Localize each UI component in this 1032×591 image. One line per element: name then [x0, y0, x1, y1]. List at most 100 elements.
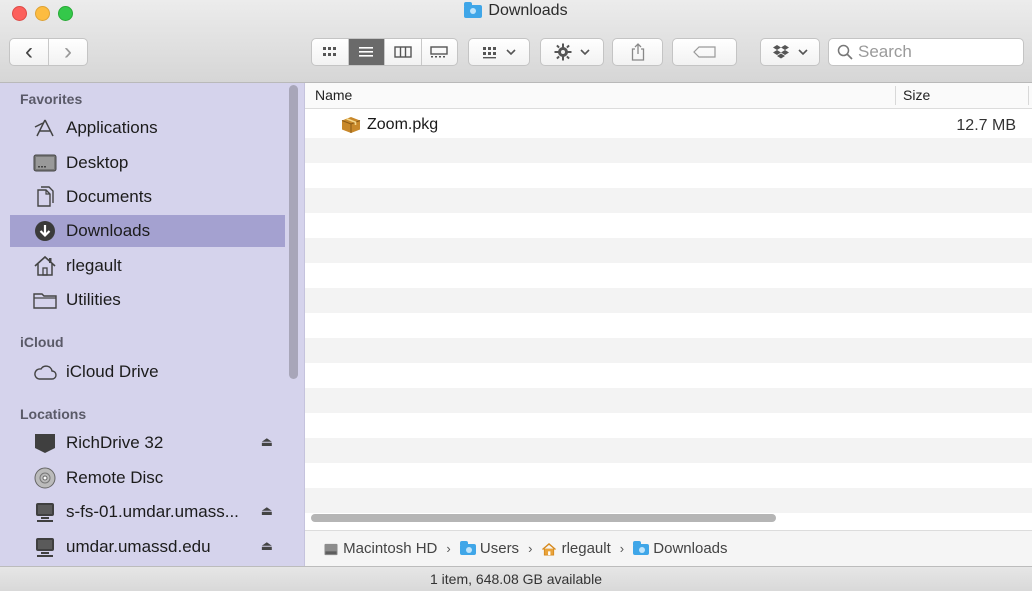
- eject-icon[interactable]: ⏏: [261, 434, 273, 450]
- sidebar-item-label: Applications: [66, 118, 158, 137]
- table-row: [305, 313, 1032, 338]
- table-row: [305, 238, 1032, 263]
- file-list: Name Size Zoom.pkg 12.7 MB: [305, 83, 1032, 530]
- list-view-button[interactable]: [348, 39, 385, 65]
- share-icon: [631, 43, 644, 61]
- path-label: rlegault: [561, 540, 611, 557]
- table-row: [305, 338, 1032, 363]
- window-title-text: Downloads: [488, 2, 568, 19]
- table-row: [305, 138, 1032, 163]
- server-icon: [32, 501, 58, 523]
- sidebar-item-label: rlegault: [66, 256, 122, 275]
- gallery-icon: [430, 46, 448, 58]
- home-icon: [32, 255, 58, 277]
- edit-tags-button[interactable]: [672, 38, 737, 66]
- column-view-button[interactable]: [385, 39, 422, 65]
- sidebar-item-utilities[interactable]: Utilities: [10, 284, 285, 316]
- column-header-size[interactable]: Size: [903, 87, 930, 103]
- chevron-right-icon: ›: [528, 541, 533, 556]
- path-item-users[interactable]: Users: [459, 540, 520, 557]
- share-button[interactable]: [612, 38, 663, 66]
- documents-icon: [32, 186, 58, 208]
- path-label: Users: [479, 540, 520, 557]
- icon-view-button[interactable]: [312, 39, 349, 65]
- gallery-view-button[interactable]: [422, 39, 458, 65]
- group-grid-icon: [483, 46, 496, 58]
- back-button[interactable]: ‹: [10, 39, 49, 65]
- path-item-macintosh-hd[interactable]: Macintosh HD: [323, 540, 437, 557]
- dropbox-icon: [773, 45, 789, 59]
- server-icon: [32, 536, 58, 558]
- column-header: Name Size: [305, 83, 1032, 109]
- downloads-folder-icon: [464, 1, 483, 18]
- search-field[interactable]: [828, 38, 1024, 66]
- table-row: [305, 188, 1032, 213]
- horizontal-scrollbar[interactable]: [311, 514, 776, 522]
- table-row: [305, 288, 1032, 313]
- drive-icon: [32, 432, 58, 454]
- folder-icon: [32, 289, 58, 311]
- sidebar-item-umdar[interactable]: umdar.umassd.edu ⏏: [10, 531, 285, 563]
- chevron-down-icon: [506, 48, 516, 55]
- table-row: [305, 163, 1032, 188]
- sidebar-item-label: Downloads: [66, 221, 151, 240]
- path-item-rlegault[interactable]: rlegault: [541, 540, 611, 557]
- group-by-button[interactable]: [468, 38, 530, 66]
- file-size: 12.7 MB: [956, 117, 1016, 134]
- sidebar-item-downloads[interactable]: Downloads: [10, 215, 285, 247]
- sidebar-item-s-fs-01[interactable]: s-fs-01.umdar.umass... ⏏: [10, 496, 285, 528]
- column-divider[interactable]: [895, 86, 896, 105]
- dropbox-button[interactable]: [760, 38, 820, 66]
- sidebar-item-label: Desktop: [66, 153, 129, 172]
- path-label: Macintosh HD: [343, 540, 438, 557]
- eject-icon[interactable]: ⏏: [261, 538, 273, 554]
- gear-icon: [554, 43, 572, 61]
- tag-icon: [692, 46, 716, 58]
- table-row: [305, 213, 1032, 238]
- table-row: [305, 388, 1032, 413]
- home-icon: [542, 542, 557, 556]
- sidebar-section-favorites: Favorites: [20, 91, 83, 107]
- sidebar-item-richdrive[interactable]: RichDrive 32 ⏏: [10, 427, 285, 459]
- hard-drive-icon: [324, 543, 338, 555]
- sidebar-section-icloud: iCloud: [20, 334, 64, 350]
- table-row: [305, 263, 1032, 288]
- table-row[interactable]: Zoom.pkg 12.7 MB: [305, 113, 1032, 138]
- sidebar-item-remote-disc[interactable]: Remote Disc: [10, 462, 285, 494]
- column-header-name[interactable]: Name: [315, 87, 352, 103]
- applications-icon: [32, 117, 58, 139]
- action-menu-button[interactable]: [540, 38, 604, 66]
- sidebar-scrollbar[interactable]: [289, 85, 298, 379]
- cloud-icon: [32, 361, 58, 383]
- sidebar-item-label: Remote Disc: [66, 468, 164, 487]
- file-name: Zoom.pkg: [367, 116, 439, 133]
- columns-icon: [394, 46, 412, 58]
- chevron-down-icon: [580, 48, 590, 55]
- path-label: Downloads: [653, 540, 728, 557]
- table-row: [305, 363, 1032, 388]
- sidebar: Favorites Applications Desktop Documents…: [0, 83, 305, 566]
- sidebar-item-label: iCloud Drive: [66, 362, 159, 381]
- table-row: [305, 488, 1032, 513]
- eject-icon[interactable]: ⏏: [261, 503, 273, 519]
- title-bar: Downloads ‹ ›: [0, 0, 1032, 83]
- downloads-folder-icon: [633, 540, 650, 555]
- sidebar-item-icloud-drive[interactable]: iCloud Drive: [10, 356, 285, 388]
- column-divider[interactable]: [1028, 86, 1029, 105]
- forward-button[interactable]: ›: [49, 39, 87, 65]
- chevron-right-icon: ›: [446, 541, 451, 556]
- list-lines-icon: [359, 47, 374, 57]
- finder-window: Downloads ‹ › Search Favorites Applicati…: [0, 0, 1032, 591]
- sidebar-item-applications[interactable]: Applications: [10, 112, 285, 144]
- sidebar-item-label: Utilities: [66, 290, 121, 309]
- desktop-icon: [32, 152, 58, 174]
- sidebar-item-documents[interactable]: Documents: [10, 181, 285, 213]
- path-item-downloads[interactable]: Downloads: [633, 540, 728, 557]
- table-row: [305, 438, 1032, 463]
- sidebar-section-locations: Locations: [20, 406, 87, 422]
- sidebar-item-desktop[interactable]: Desktop: [10, 147, 285, 179]
- sidebar-item-rlegault[interactable]: rlegault: [10, 250, 285, 282]
- users-folder-icon: [459, 540, 476, 555]
- search-input[interactable]: [858, 42, 1018, 62]
- table-row: [305, 413, 1032, 438]
